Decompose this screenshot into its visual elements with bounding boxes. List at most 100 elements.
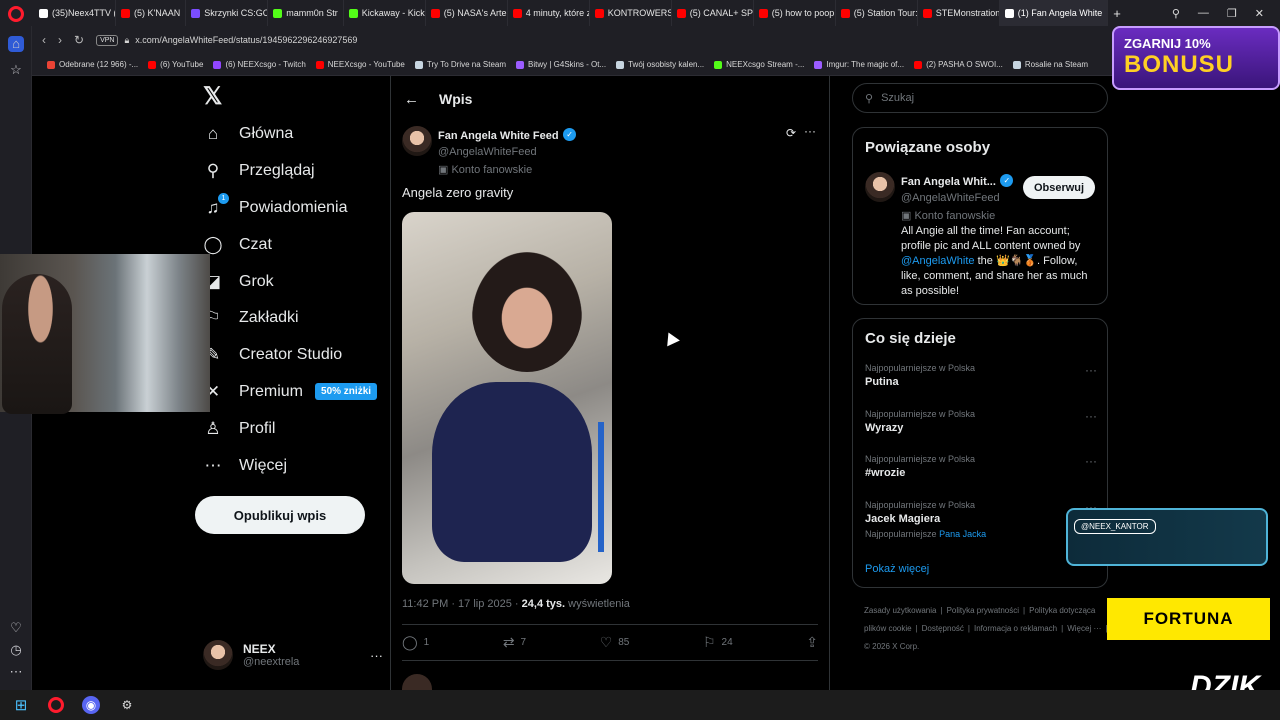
nav-item-x-premium[interactable]: ✕ Premium 50% zniżki (195, 374, 385, 411)
home-sidebar-icon[interactable]: ⌂ (8, 36, 24, 52)
account-switcher[interactable]: NEEX @neextrela ··· (203, 638, 383, 672)
more-icon[interactable]: ⋯ (8, 664, 24, 680)
bio-mention-link[interactable]: @AngelaWhite (901, 255, 975, 267)
close-window-icon[interactable]: ✕ (1255, 7, 1264, 20)
grok-explain-icon[interactable]: ⟳ (786, 126, 796, 140)
post-more-icon[interactable]: ··· (804, 124, 816, 138)
nav-item-more-circle[interactable]: ⋯ Więcej (195, 447, 385, 484)
footer-link[interactable]: Zasady użytkowania (864, 606, 936, 615)
heart-icon[interactable]: ♡ (8, 620, 24, 636)
bookmark-item[interactable]: Imgur: The magic of... (809, 60, 909, 69)
bookmark-item[interactable]: Rosalie na Steam (1008, 60, 1093, 69)
like-button[interactable]: ♡ 85 (600, 634, 630, 651)
trend-extra-link[interactable]: Pana Jacka (939, 529, 986, 539)
maximize-icon[interactable]: ❐ (1227, 7, 1237, 20)
reload-icon[interactable]: ↻ (74, 33, 84, 47)
search-tabs-icon[interactable]: ⚲ (1172, 7, 1180, 20)
bookmark-favicon-icon (516, 60, 525, 69)
forward-icon[interactable]: › (58, 33, 62, 47)
footer-link[interactable]: Polityka prywatności (947, 606, 1019, 615)
url-field[interactable]: VPN 🔒︎ x.com/AngelaWhiteFeed/status/1945… (96, 34, 357, 46)
bookmark-item[interactable]: (6) YouTube (143, 60, 208, 69)
author-handle[interactable]: @AngelaWhiteFeed (438, 146, 576, 158)
search-input[interactable]: ⚲ Szukaj (852, 83, 1108, 113)
footer-link[interactable]: Dostępność (922, 624, 964, 633)
nav-item-home[interactable]: ⌂ Główna (195, 116, 385, 153)
steam-icon[interactable]: ⚙ (118, 696, 136, 714)
vpn-badge[interactable]: VPN (96, 34, 119, 46)
windows-start-icon[interactable]: ⊞ (12, 696, 30, 714)
trend-item[interactable]: Najpopularniejsze w Polska Putina ··· (865, 363, 1097, 388)
browser-tab[interactable]: (5) how to poop (754, 0, 836, 26)
share-button[interactable]: ⇪ (806, 634, 818, 651)
bookmark-item[interactable]: Twój osobisty kalen... (611, 60, 709, 69)
bookmark-item[interactable]: (6) NEEXcsgo - Twitch (208, 60, 310, 69)
x-logo-icon[interactable]: 𝕏 (195, 82, 385, 116)
history-icon[interactable]: ◷ (8, 642, 24, 658)
new-tab-button[interactable]: + (1108, 0, 1126, 26)
home-icon: ⌂ (207, 124, 219, 144)
footer-link[interactable]: Informacja o reklamach (974, 624, 1057, 633)
browser-tab[interactable]: mamm0n Str (268, 0, 344, 26)
post-video[interactable] (402, 212, 612, 584)
avatar (203, 640, 233, 670)
trend-more-icon[interactable]: ··· (1085, 409, 1097, 423)
account-more-icon[interactable]: ··· (370, 648, 383, 663)
author-avatar[interactable] (402, 126, 432, 156)
trend-item[interactable]: Najpopularniejsze w Polska Wyrazy ··· (865, 409, 1097, 434)
bookmark-item[interactable]: Odebrane (12 966) -... (42, 60, 143, 69)
post-time[interactable]: 11:42 PM · 17 lip 2025 · (402, 598, 519, 610)
back-icon[interactable]: ‹ (42, 33, 46, 47)
trend-item[interactable]: Najpopularniejsze w Polska #wrozie ··· (865, 454, 1097, 479)
star-icon[interactable]: ☆ (8, 62, 24, 78)
author-name[interactable]: Fan Angela White Feed (438, 130, 559, 142)
browser-tab[interactable]: (5) NASA's Artem (426, 0, 508, 26)
opera-logo-icon[interactable] (8, 6, 24, 22)
trend-more-icon[interactable]: ··· (1085, 363, 1097, 377)
bookmark-label: Odebrane (12 966) -... (59, 60, 139, 69)
follow-button[interactable]: Obserwuj (1023, 176, 1095, 199)
browser-tab[interactable]: Kickaway - Kick C (344, 0, 426, 26)
discord-icon[interactable]: ◉ (82, 696, 100, 714)
show-more-link[interactable]: Pokaż więcej (865, 563, 929, 575)
browser-tab[interactable]: (5) CANAL+ SPO (672, 0, 754, 26)
bookmark-item[interactable]: Try To Drive na Steam (410, 60, 511, 69)
share-icon: ⇪ (806, 634, 818, 650)
profile-icon: ♙ (205, 418, 221, 438)
footer-link[interactable]: © 2026 X Corp. (864, 642, 919, 651)
bookmark-item[interactable]: NEEXcsgo - YouTube (311, 60, 410, 69)
post-button[interactable]: Opublikuj wpis (195, 496, 365, 534)
nav-item-creator[interactable]: ✎ Creator Studio (195, 337, 385, 374)
opera-taskbar-icon[interactable] (48, 697, 64, 713)
minimize-icon[interactable]: — (1198, 7, 1209, 19)
back-arrow-icon[interactable]: ← (404, 91, 419, 108)
nav-item-bookmark[interactable]: ⚐ Zakładki (195, 300, 385, 337)
browser-tab[interactable]: KONTROWERSJE (590, 0, 672, 26)
browser-tab[interactable]: (35)Neex4TTV (8 (34, 0, 116, 26)
footer-link[interactable]: Więcej ··· (1067, 624, 1101, 633)
reply-button[interactable]: ◯ 1 (402, 634, 429, 651)
repost-button[interactable]: ⇄ 7 (503, 634, 526, 651)
nav-item-search[interactable]: ⚲ Przeglądaj (195, 153, 385, 190)
related-handle[interactable]: @AngelaWhiteFeed (901, 192, 1031, 204)
nav-item-grok[interactable]: ◪ Grok (195, 263, 385, 300)
bookmark-item[interactable]: NEEXcsgo Stream -... (709, 60, 809, 69)
bookmark-item[interactable]: (2) PASHA O SWOI... (909, 60, 1008, 69)
trend-item[interactable]: Najpopularniejsze w Polska Jacek Magiera ·… (865, 500, 1097, 525)
url-text[interactable]: x.com/AngelaWhiteFeed/status/19459622962… (135, 35, 357, 45)
trend-more-icon[interactable]: ··· (1085, 454, 1097, 468)
bookmark-item[interactable]: Bitwy | G4Skins - Ot... (511, 60, 611, 69)
browser-tab[interactable]: Skrzynki CS:GO/C (186, 0, 269, 26)
bookmark-button[interactable]: ⚐ 24 (703, 634, 733, 651)
nav-item-bell[interactable]: ♫ 1 Powiadomienia (195, 190, 385, 227)
browser-tab[interactable]: (5) K'NAAN (116, 0, 187, 26)
related-avatar[interactable] (865, 172, 895, 202)
browser-tab[interactable]: (1) Fan Angela White (999, 0, 1109, 26)
related-name[interactable]: Fan Angela Whit... (901, 176, 996, 188)
browser-tab[interactable]: 4 minuty, które z (508, 0, 590, 26)
lock-icon: 🔒︎ (124, 34, 130, 45)
nav-item-profile[interactable]: ♙ Profil (195, 410, 385, 447)
nav-item-chat[interactable]: ◯ Czat (195, 226, 385, 263)
browser-tab[interactable]: (5) Station Tour: (836, 0, 918, 26)
browser-tab[interactable]: STEMonstration: (918, 0, 1000, 26)
